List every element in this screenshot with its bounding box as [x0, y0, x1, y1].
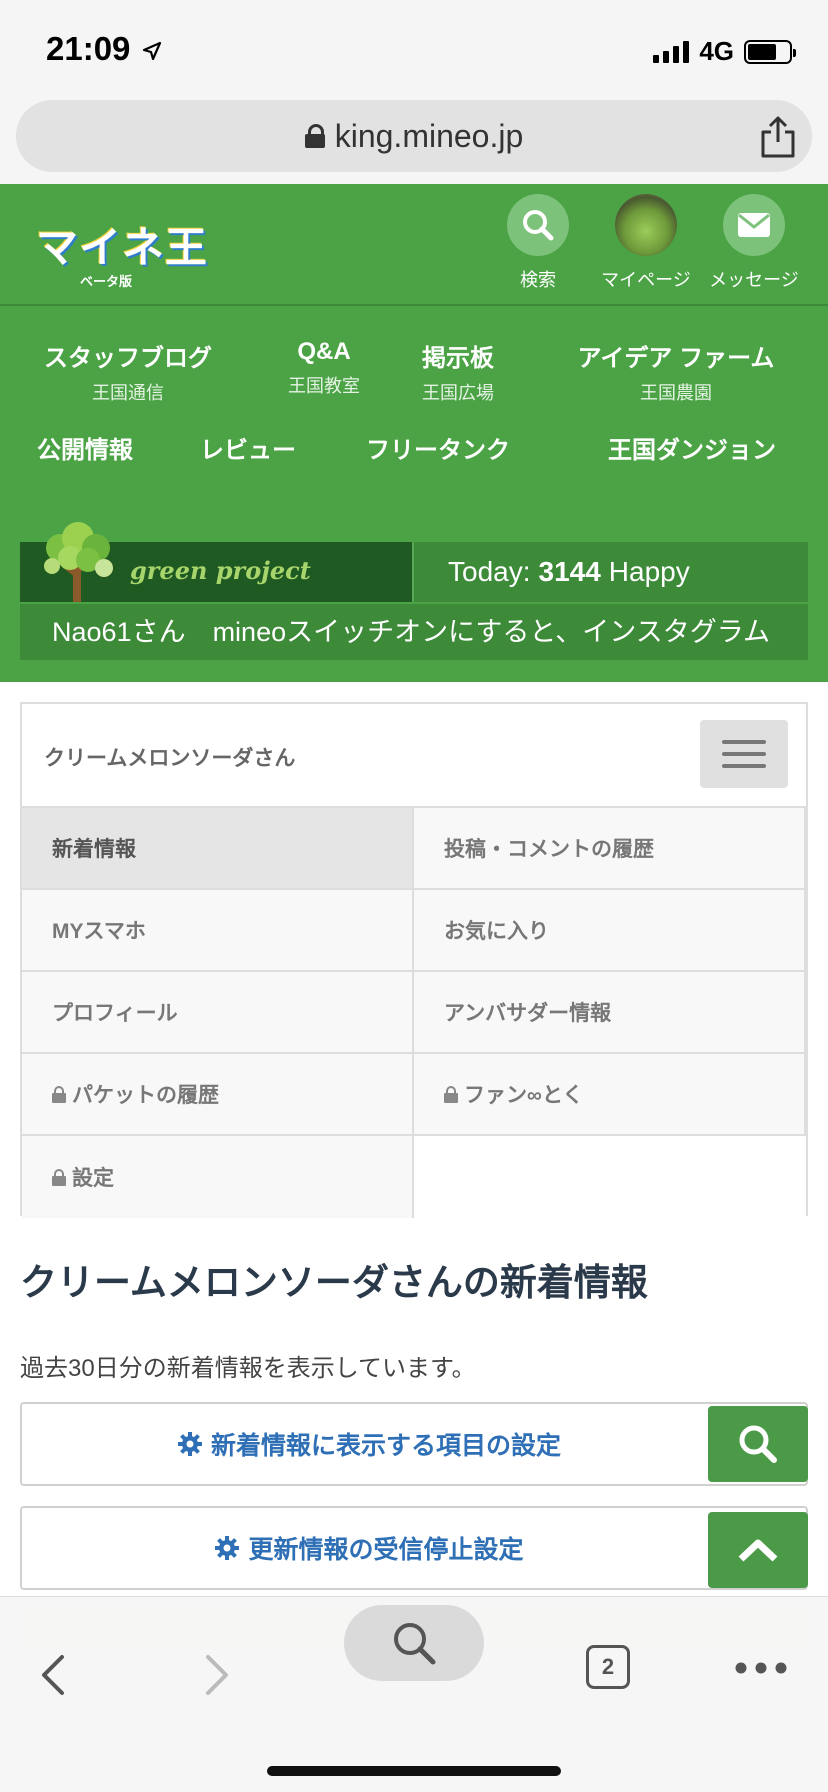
scroll-to-top-button[interactable]: [708, 1512, 808, 1588]
page-title: クリームメロンソーダさんの新着情報: [20, 1262, 648, 1303]
menu-item-ambassador[interactable]: アンバサダー情報: [414, 972, 806, 1054]
menu-item-fan-toku[interactable]: ファン∞とく: [414, 1054, 806, 1136]
status-bar: 21:09 4G: [0, 0, 828, 100]
browser-toolbar: 2: [0, 1596, 828, 1792]
search-icon: [739, 1425, 777, 1463]
toolbar-search-button[interactable]: [344, 1605, 484, 1681]
network-type: 4G: [699, 36, 734, 66]
chevron-up-icon: [738, 1539, 778, 1562]
settings-button-label: 新着情報に表示する項目の設定: [210, 1432, 561, 1460]
share-icon[interactable]: [758, 114, 798, 158]
page-description: 過去30日分の新着情報を表示しています。: [20, 1355, 476, 1382]
hamburger-menu-button[interactable]: [700, 720, 788, 788]
tree-icon: [44, 522, 113, 602]
envelope-icon: [738, 213, 770, 237]
battery-icon: [744, 39, 796, 64]
tab-count: 2: [586, 1645, 630, 1689]
nav-item-qa[interactable]: Q&A 王国教室: [278, 338, 370, 398]
avatar: [615, 194, 677, 256]
news-item-settings-button[interactable]: 新着情報に表示する項目の設定: [20, 1402, 808, 1486]
clock: 21:09: [46, 30, 162, 68]
menu-item-favorites[interactable]: お気に入り: [414, 890, 806, 972]
nav-item-review[interactable]: レビュー: [196, 430, 300, 465]
nav-item-staff-blog[interactable]: スタッフブログ 王国通信: [40, 338, 216, 405]
menu-item-packet-history[interactable]: パケットの履歴: [22, 1054, 414, 1136]
nav-item-free-tank[interactable]: フリータンク: [362, 430, 514, 465]
time-text: 21:09: [46, 30, 131, 67]
lock-icon: [52, 1085, 66, 1103]
gear-icon: [177, 1432, 202, 1456]
green-project-banner[interactable]: green project Today: 3144 Happy: [20, 522, 808, 602]
tabs-button[interactable]: 2: [586, 1645, 630, 1689]
unsubscribe-button-label: 更新情報の受信停止設定: [248, 1536, 524, 1564]
header-message-button[interactable]: メッセージ: [704, 194, 804, 292]
lock-icon: [52, 1168, 66, 1186]
menu-item-my-smartphone[interactable]: MYスマホ: [22, 890, 414, 972]
green-project-label: green project: [130, 556, 311, 585]
forward-icon[interactable]: [202, 1653, 232, 1697]
header-mypage-button[interactable]: マイページ: [596, 194, 696, 292]
browser-address-bar: king.mineo.jp: [0, 100, 828, 184]
more-icon[interactable]: [734, 1661, 788, 1675]
lock-icon: [304, 124, 325, 148]
happy-count: 3144: [538, 556, 601, 587]
menu-item-news[interactable]: 新着情報: [22, 808, 414, 890]
site-header: マイネ王 ベータ版 検索 マイページ メッセージ: [0, 184, 828, 306]
nav-item-forum[interactable]: 掲示板 王国広場: [410, 338, 506, 405]
search-icon: [523, 210, 554, 241]
header-search-button[interactable]: 検索: [488, 194, 588, 292]
message-label: メッセージ: [709, 270, 799, 290]
floating-search-button[interactable]: [708, 1406, 808, 1482]
mypage-label: マイページ: [601, 270, 691, 290]
menu-item-post-history[interactable]: 投稿・コメントの履歴: [414, 808, 806, 890]
nav-item-public-info[interactable]: 公開情報: [30, 430, 140, 465]
unsubscribe-settings-button[interactable]: 更新情報の受信停止設定: [20, 1506, 808, 1590]
menu-username: クリームメロンソーダさん: [44, 747, 296, 770]
happy-counter: Today: 3144 Happy: [448, 556, 690, 587]
lock-icon: [444, 1085, 458, 1103]
logo-text: マイネ王: [36, 224, 209, 271]
mypage-menu: クリームメロンソーダさん 新着情報 投稿・コメントの履歴 MYスマホ お気に入り…: [20, 702, 808, 1218]
menu-empty-cell: [414, 1136, 806, 1218]
menu-item-settings[interactable]: 設定: [22, 1136, 414, 1218]
menu-item-profile[interactable]: プロフィール: [22, 972, 414, 1054]
site-logo[interactable]: マイネ王 ベータ版: [36, 214, 208, 290]
back-icon[interactable]: [38, 1653, 68, 1697]
nav-item-idea-farm[interactable]: アイデア ファーム 王国農園: [572, 338, 780, 405]
news-ticker[interactable]: Nao61さん mineoスイッチオンにすると、インスタグラム: [20, 604, 808, 660]
cellular-signal-icon: [653, 40, 690, 63]
home-indicator: [267, 1766, 561, 1776]
search-icon: [394, 1623, 436, 1665]
url-field[interactable]: king.mineo.jp: [16, 100, 812, 172]
search-label: 検索: [520, 270, 556, 290]
nav-item-dungeon[interactable]: 王国ダンジョン: [604, 430, 780, 465]
url-text: king.mineo.jp: [334, 117, 524, 154]
location-arrow-icon: [142, 42, 161, 61]
gear-icon: [215, 1536, 240, 1560]
